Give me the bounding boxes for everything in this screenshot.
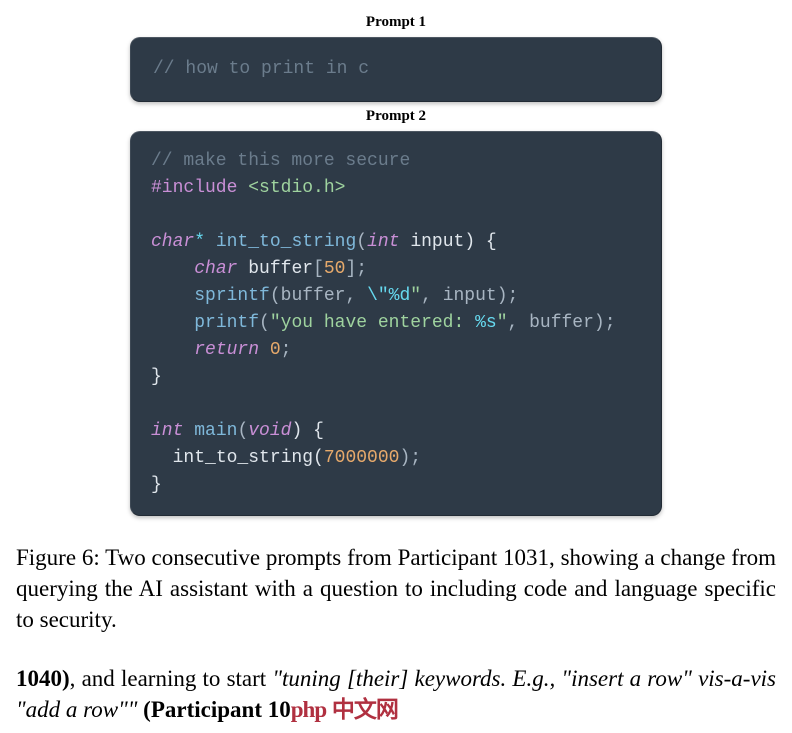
code-token: buffer [248,259,313,279]
code-token: * [194,232,205,252]
code-token: int_to_string( [173,448,324,468]
watermark-text: 中文网 [332,697,398,722]
code-token: main [194,421,237,441]
code-token: ( [237,421,248,441]
code-token: ); [399,448,421,468]
code-token: \" [367,286,389,306]
body-paragraph: 1040), and learning to start "tuning [th… [12,663,780,725]
code-token: printf [194,313,259,333]
code-token: char [151,232,194,252]
code-token: " [497,313,508,333]
participant-id: 1040) [16,666,70,691]
code-token: 50 [324,259,346,279]
code-token: } [151,367,162,387]
code-token: ( [259,313,270,333]
code-token: ) { [291,421,323,441]
code-comment: // how to print in c [153,59,369,79]
code-token: , input); [421,286,518,306]
prompt-2-code-block: // make this more secure #include <stdio… [130,131,662,516]
body-text-span: , and learning to start [70,666,273,691]
body-text-span: (Participant [137,697,267,722]
prompt-1-code: // how to print in c [153,56,639,83]
code-token: [ [313,259,324,279]
code-token: " [410,286,421,306]
watermark-text: php [291,697,326,722]
prompt-1-label: Prompt 1 [12,14,780,31]
participant-id-partial: 10 [268,697,291,722]
code-token: } [151,475,162,495]
code-token: input [410,232,464,252]
figure-caption: Figure 6: Two consecutive prompts from P… [12,542,780,635]
code-token: return [194,340,259,360]
code-token: %s [475,313,497,333]
code-token: int_to_string [216,232,356,252]
code-token: char [194,259,237,279]
code-token: ; [281,340,292,360]
code-token: 0 [270,340,281,360]
code-token: int [151,421,183,441]
code-token: 7000000 [324,448,400,468]
prompt-1-code-block: // how to print in c [130,37,662,102]
code-token: %d [389,286,411,306]
code-token: "you have entered: [270,313,475,333]
code-token: #include [151,178,237,198]
prompt-2-label: Prompt 2 [12,108,780,125]
code-token: ) { [464,232,496,252]
code-token: ]; [345,259,367,279]
code-token: <stdio.h> [248,178,345,198]
code-token: int [367,232,399,252]
code-line: // make this more secure [151,151,410,171]
prompt-2-code: // make this more secure #include <stdio… [151,148,641,499]
code-token: ( [356,232,367,252]
code-token: sprintf [194,286,270,306]
code-token: (buffer, [270,286,367,306]
code-token: void [248,421,291,441]
code-token: , buffer); [508,313,616,333]
